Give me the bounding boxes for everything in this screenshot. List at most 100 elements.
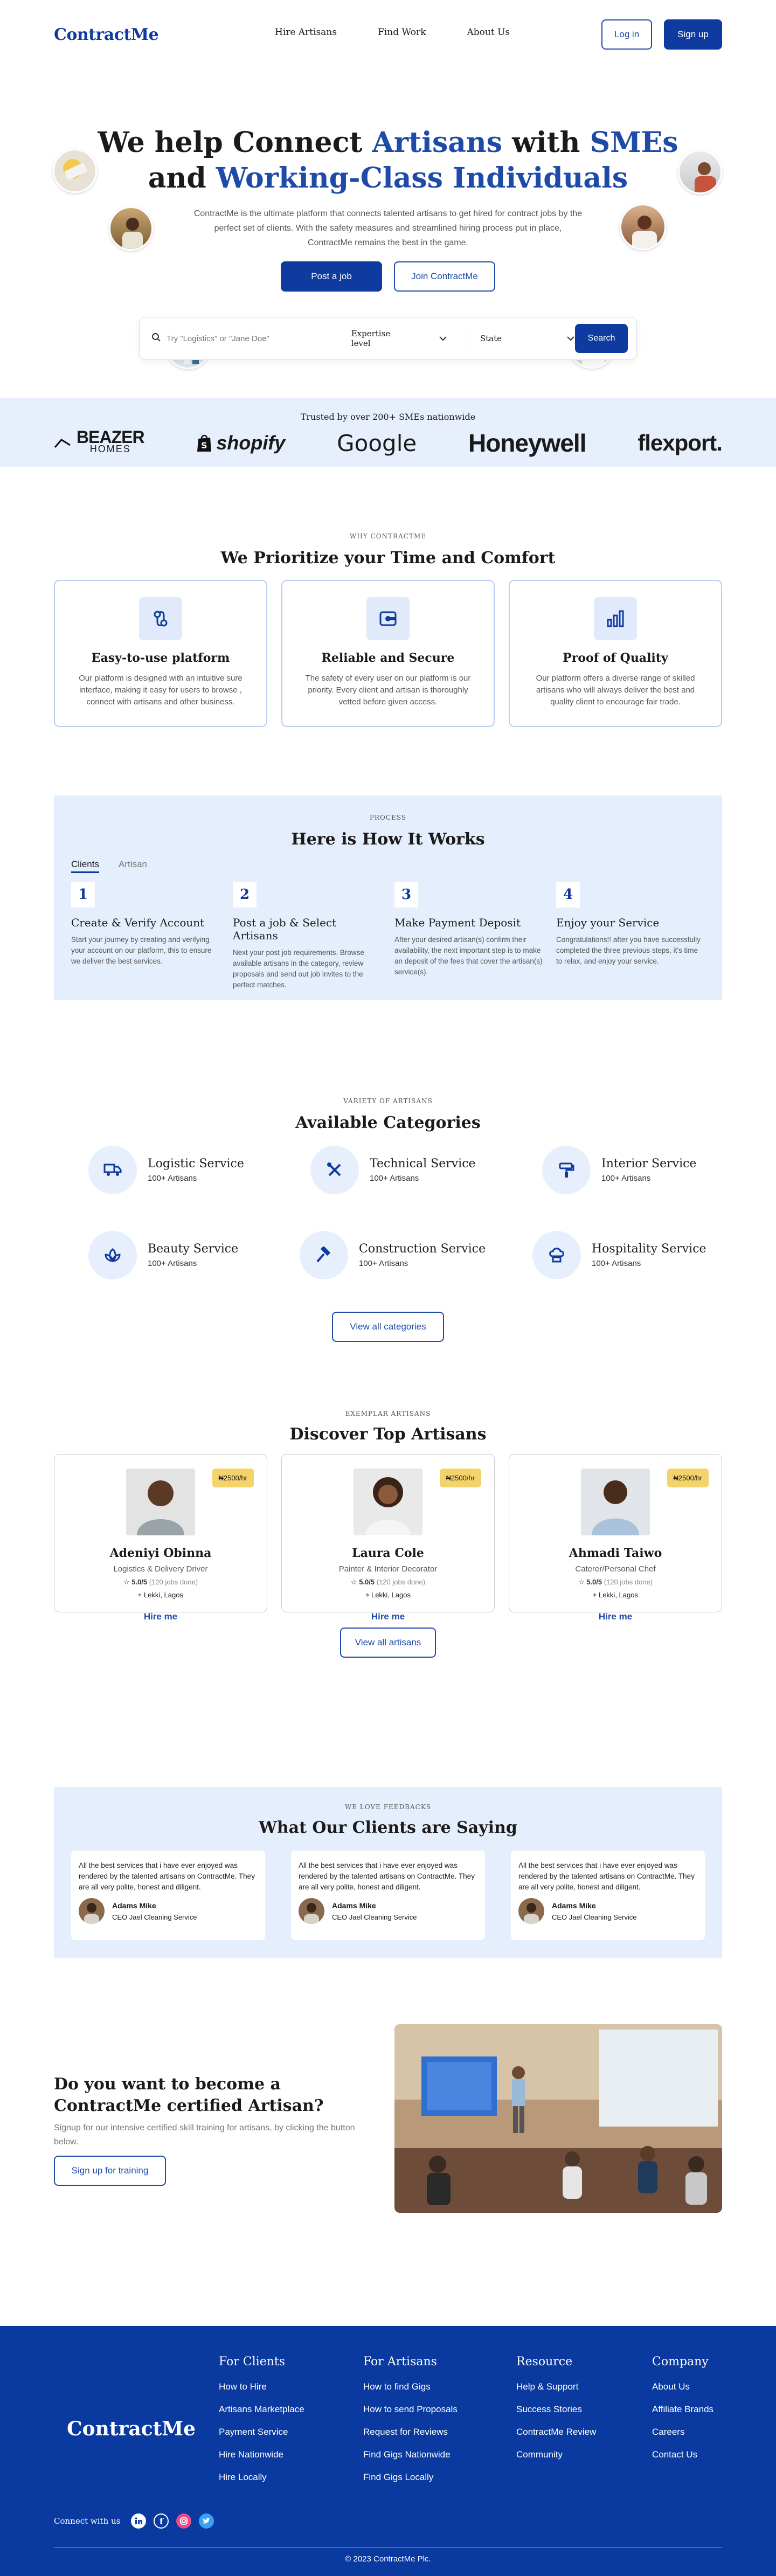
linkedin-icon[interactable] [131,2513,147,2529]
location-pin-icon: ⌖ [138,1591,142,1599]
star-icon: ☆ [578,1578,585,1586]
footer-link[interactable]: Request for Reviews [363,2427,458,2437]
footer-link[interactable]: Affiliate Brands [652,2404,713,2415]
footer-link[interactable]: Find Gigs Nationwide [363,2449,458,2460]
testimonial-card: All the best services that i have ever e… [71,1851,265,1940]
category-construction[interactable]: Construction Service 100+ Artisans [300,1231,486,1279]
section-kicker: PROCESS [369,814,407,821]
rating: ☆ 5.0/5 (120 jobs done) [123,1578,198,1586]
paint-roller-icon [542,1146,591,1194]
footer-link[interactable]: Artisans Marketplace [219,2404,304,2415]
price-badge: ₦2500/hr [667,1469,709,1487]
footer-link[interactable]: How to send Proposals [363,2404,458,2415]
join-button[interactable]: Join ContractMe [394,261,495,292]
artisan-card: ₦2500/hr Laura Cole Painter & Interior D… [281,1454,495,1622]
copyright: © 2023 ContractMe Plc. [345,2554,431,2564]
twitter-icon[interactable] [199,2513,214,2529]
footer-link[interactable]: Hire Nationwide [219,2449,304,2460]
chevron-down-icon [566,334,575,343]
footer-link[interactable]: Help & Support [516,2381,596,2392]
hero-title: We help Connect Artisans with SMEs and Wo… [98,126,678,195]
footer-col-resource: Resource Help & Support Success Stories … [516,2355,597,2460]
footer-link[interactable]: About Us [652,2381,713,2392]
footer-link[interactable]: Community [516,2449,596,2460]
state-select[interactable]: State [468,328,575,349]
signup-button[interactable]: Sign up [664,19,722,50]
footer-link[interactable]: Hire Locally [219,2472,304,2483]
artisan-photo [354,1469,422,1535]
footer-link[interactable]: How to Hire [219,2381,304,2392]
category-logistic[interactable]: Logistic Service 100+ Artisans [88,1146,244,1194]
cta-text: Signup for our intensive certified skill… [54,2123,355,2146]
footer-link[interactable]: Contact Us [652,2449,713,2460]
tab-clients[interactable]: Clients [71,859,99,873]
category-interior[interactable]: Interior Service 100+ Artisans [542,1146,696,1194]
footer-logo[interactable]: ContractMe [67,2418,196,2440]
tab-artisan[interactable]: Artisan [119,859,147,873]
expertise-select[interactable]: Expertise level [341,328,447,349]
footer-link[interactable]: Find Gigs Locally [363,2472,458,2483]
post-job-button[interactable]: Post a job [281,261,382,292]
svg-text:S: S [201,440,207,451]
location-pin-icon: ⌖ [593,1591,597,1599]
avatar [79,1898,105,1924]
wrench-icon [310,1146,359,1194]
footer-link[interactable]: Careers [652,2427,713,2437]
location: ⌖ Lekki, Lagos [593,1591,638,1599]
artisan-photo [581,1469,650,1535]
training-cta: Do you want to become a ContractMe certi… [0,2024,776,2326]
footer-link[interactable]: Success Stories [516,2404,596,2415]
section-title: Here is How It Works [291,830,485,849]
section-title: Available Categories [295,1113,481,1132]
instagram-icon[interactable] [176,2513,192,2529]
search-icon [151,333,161,345]
hero-photo-2 [109,206,153,251]
testimonial-card: All the best services that i have ever e… [291,1851,485,1940]
category-technical[interactable]: Technical Service 100+ Artisans [310,1146,476,1194]
avatar [518,1898,544,1924]
step-card: 2 Post a job & Select Artisans Next your p… [233,882,382,991]
step-card: 1 Create & Verify Account Start your journ… [71,882,220,991]
testimonials-section: WE LOVE FEEDBACKS What Our Clients are S… [0,1787,776,2024]
search-button[interactable]: Search [575,324,628,353]
categories-section: VARIETY OF ARTISANS Available Categories… [0,1097,776,1410]
social-links: Connect with us f [54,2513,214,2529]
step-number: 4 [556,882,580,908]
artisans-section: EXEMPLAR ARTISANS Discover Top Artisans … [0,1410,776,1787]
nav-find-work[interactable]: Find Work [378,27,426,38]
section-title: Discover Top Artisans [289,1425,487,1444]
footer-link[interactable]: How to find Gigs [363,2381,458,2392]
avatar [299,1898,324,1924]
category-hospitality[interactable]: Hospitality Service 100+ Artisans [532,1231,706,1279]
footer-link[interactable]: ContractMe Review [516,2427,596,2437]
flexport-logo: flexport. [638,430,723,455]
feature-card: Reliable and Secure The safety of every … [281,580,495,727]
price-badge: ₦2500/hr [439,1469,481,1487]
cta-title: Do you want to become a ContractMe certi… [54,2075,324,2115]
view-all-categories-button[interactable]: View all categories [332,1312,444,1342]
star-icon: ☆ [350,1578,357,1586]
footer-link[interactable]: Payment Service [219,2427,304,2437]
footer-col-company: Company About Us Affiliate Brands Career… [652,2355,714,2460]
location-pin-icon: ⌖ [365,1591,370,1599]
shopify-logo: S shopify [196,432,285,454]
hire-me-button[interactable]: Hire me [144,1611,177,1622]
chevron-down-icon [439,334,447,343]
signup-training-button[interactable]: Sign up for training [54,2156,166,2186]
logo[interactable]: ContractMe [54,25,159,44]
location: ⌖ Lekki, Lagos [138,1591,183,1599]
nav-about-us[interactable]: About Us [467,27,510,38]
testimonial-card: All the best services that i have ever e… [511,1851,705,1940]
search-input[interactable] [167,334,319,343]
hammer-icon [300,1231,348,1279]
nav-hire-artisans[interactable]: Hire Artisans [275,27,337,38]
hire-me-button[interactable]: Hire me [599,1611,632,1622]
step-card: 4 Enjoy your Service Congratulations!! af… [556,882,705,991]
login-button[interactable]: Log in [601,19,652,50]
view-all-artisans-button[interactable]: View all artisans [340,1628,436,1658]
category-beauty[interactable]: Beauty Service 100+ Artisans [88,1231,238,1279]
how-it-works-section: PROCESS Here is How It Works Clients Art… [0,795,776,1097]
hire-me-button[interactable]: Hire me [371,1611,405,1622]
facebook-icon[interactable]: f [154,2513,169,2529]
section-kicker: VARIETY OF ARTISANS [343,1097,433,1105]
